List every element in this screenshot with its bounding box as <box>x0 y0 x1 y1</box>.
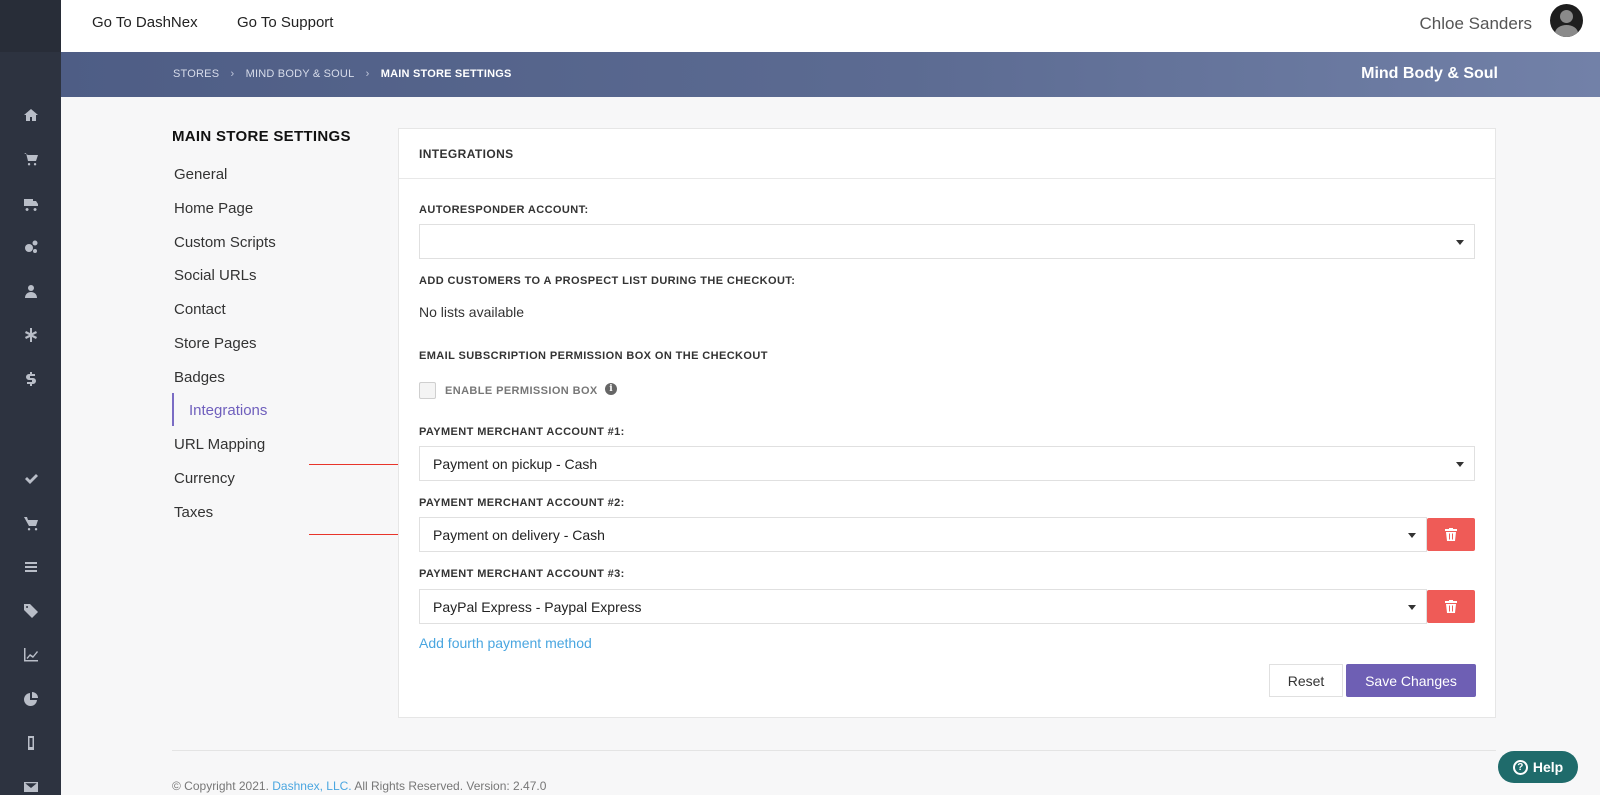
envelope-icon[interactable] <box>0 772 61 795</box>
caret-down-icon <box>1456 240 1464 245</box>
trash-icon <box>1445 528 1457 541</box>
breadcrumb-current: MAIN STORE SETTINGS <box>380 68 512 81</box>
footer-company-link[interactable]: Dashnex, LLC. <box>272 779 351 793</box>
merchant-3-select[interactable]: PayPal Express - Paypal Express <box>419 589 1427 624</box>
sidebar-logo-area <box>0 0 61 52</box>
mobile-icon[interactable] <box>0 728 61 758</box>
breadcrumb-stores[interactable]: STORES <box>173 68 219 80</box>
help-button[interactable]: ? Help <box>1498 751 1578 783</box>
nav-item-url-mapping[interactable]: URL Mapping <box>174 436 265 453</box>
prospect-list-value: No lists available <box>419 304 525 320</box>
nav-item-integrations[interactable]: Integrations <box>189 402 267 419</box>
caret-down-icon <box>1408 605 1416 610</box>
footer-rights: All Rights Reserved. Version: 2.47.0 <box>354 779 547 793</box>
help-label: Help <box>1532 759 1564 775</box>
user-name[interactable]: Chloe Sanders <box>1420 14 1532 34</box>
shopping-cart-icon[interactable] <box>0 508 61 538</box>
merchant-2-value: Payment on delivery - Cash <box>433 527 605 543</box>
caret-down-icon <box>1408 533 1416 538</box>
integrations-panel: INTEGRATIONS AUTORESPONDER ACCOUNT: ADD … <box>398 128 1496 718</box>
nav-item-home-page[interactable]: Home Page <box>174 200 253 217</box>
email-permission-label: EMAIL SUBSCRIPTION PERMISSION BOX ON THE… <box>419 350 768 362</box>
pie-chart-icon[interactable] <box>0 684 61 714</box>
breadcrumb-store[interactable]: MIND BODY & SOUL <box>246 68 355 80</box>
breadcrumb-bar: STORES › MIND BODY & SOUL › MAIN STORE S… <box>61 52 1600 97</box>
footer-copyright: © Copyright 2021. <box>172 779 269 793</box>
merchant-1-label: PAYMENT MERCHANT ACCOUNT #1: <box>419 426 625 438</box>
top-bar: Go To DashNex Go To Support Chloe Sander… <box>61 0 1600 52</box>
chevron-right-icon: › <box>365 68 370 81</box>
panel-title: INTEGRATIONS <box>419 147 514 161</box>
caret-down-icon <box>1456 462 1464 467</box>
merchant-2-label: PAYMENT MERCHANT ACCOUNT #2: <box>419 497 625 509</box>
footer-divider <box>172 750 1496 751</box>
dollar-icon[interactable] <box>0 364 61 394</box>
avatar[interactable] <box>1550 4 1583 37</box>
merchant-3-value: PayPal Express - Paypal Express <box>433 599 642 615</box>
merchant-2-select[interactable]: Payment on delivery - Cash <box>419 517 1427 552</box>
nav-item-contact[interactable]: Contact <box>174 301 226 318</box>
info-icon[interactable]: i <box>605 383 617 395</box>
trash-icon <box>1445 600 1457 613</box>
list-icon[interactable] <box>0 552 61 582</box>
enable-permission-label[interactable]: ENABLE PERMISSION BOX <box>445 385 598 397</box>
panel-header: INTEGRATIONS <box>399 129 1495 179</box>
nav-item-currency[interactable]: Currency <box>174 470 235 487</box>
check-icon[interactable] <box>0 464 61 494</box>
autoresponder-select[interactable] <box>419 224 1475 259</box>
question-icon: ? <box>1512 759 1528 775</box>
autoresponder-label: AUTORESPONDER ACCOUNT: <box>419 204 589 216</box>
merchant-1-select[interactable]: Payment on pickup - Cash <box>419 446 1475 481</box>
chevron-right-icon: › <box>230 68 235 81</box>
settings-nav-title: MAIN STORE SETTINGS <box>172 128 351 145</box>
active-indicator <box>172 393 174 426</box>
gears-icon[interactable] <box>0 232 61 262</box>
footer: © Copyright 2021. Dashnex, LLC. All Righ… <box>172 779 546 793</box>
delete-merchant-2-button[interactable] <box>1427 518 1475 551</box>
reset-button[interactable]: Reset <box>1269 664 1343 697</box>
add-fourth-payment-link[interactable]: Add fourth payment method <box>419 635 592 651</box>
tags-icon[interactable] <box>0 596 61 626</box>
nav-item-general[interactable]: General <box>174 166 227 183</box>
asterisk-icon[interactable] <box>0 320 61 350</box>
user-icon[interactable] <box>0 276 61 306</box>
line-chart-icon[interactable] <box>0 640 61 670</box>
nav-item-custom-scripts[interactable]: Custom Scripts <box>174 234 276 251</box>
delete-merchant-3-button[interactable] <box>1427 590 1475 623</box>
go-to-dashnex-link[interactable]: Go To DashNex <box>92 14 198 31</box>
go-to-support-link[interactable]: Go To Support <box>237 14 333 31</box>
breadcrumb: STORES › MIND BODY & SOUL › MAIN STORE S… <box>173 68 512 80</box>
merchant-3-label: PAYMENT MERCHANT ACCOUNT #3: <box>419 568 625 580</box>
cart-icon[interactable] <box>0 144 61 174</box>
nav-item-taxes[interactable]: Taxes <box>174 504 213 521</box>
nav-item-store-pages[interactable]: Store Pages <box>174 335 257 352</box>
left-sidebar <box>0 0 61 795</box>
truck-icon[interactable] <box>0 188 61 218</box>
nav-item-social-urls[interactable]: Social URLs <box>174 267 257 284</box>
prospect-list-label: ADD CUSTOMERS TO A PROSPECT LIST DURING … <box>419 275 796 287</box>
nav-item-badges[interactable]: Badges <box>174 369 225 386</box>
enable-permission-checkbox[interactable] <box>419 382 436 399</box>
merchant-1-value: Payment on pickup - Cash <box>433 456 598 472</box>
home-icon[interactable] <box>0 100 61 130</box>
save-changes-button[interactable]: Save Changes <box>1346 664 1476 697</box>
store-name: Mind Body & Soul <box>1361 65 1498 82</box>
